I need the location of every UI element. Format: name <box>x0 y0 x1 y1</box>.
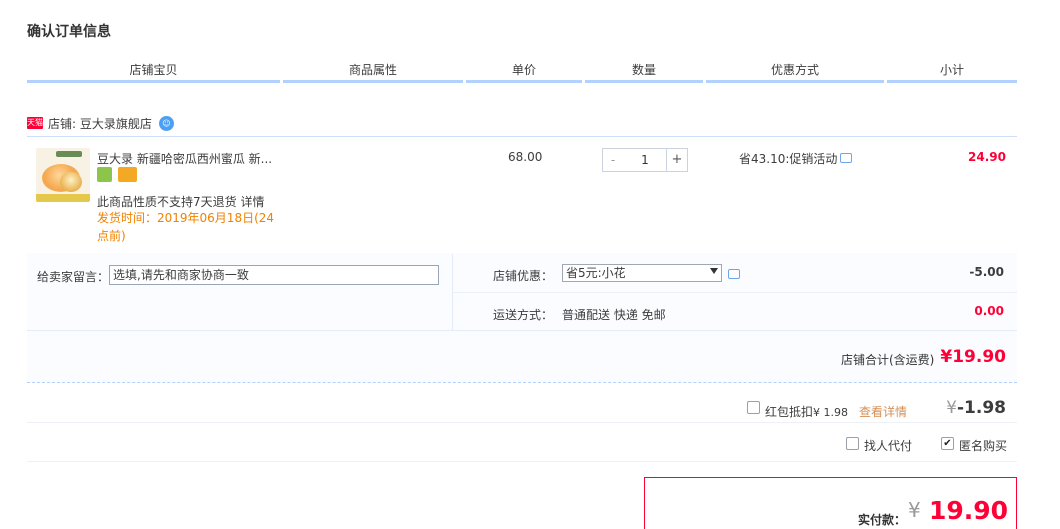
quantity-increment-button[interactable]: + <box>666 148 688 172</box>
redpack-label-text: 红包抵扣 <box>765 405 814 419</box>
service-guarantee-icon[interactable] <box>97 167 112 182</box>
redpack-available-amount: ¥ 1.98 <box>813 406 849 419</box>
shop-discount-label: 店铺优惠： <box>493 269 554 283</box>
friend-pay-checkbox[interactable] <box>846 437 859 450</box>
promotion-text: 省43.10:促销活动 <box>739 152 838 166</box>
anonymous-purchase-label: 匿名购买 <box>959 439 1008 453</box>
ww-chat-icon[interactable]: ☺ <box>158 115 174 131</box>
redpack-checkbox[interactable] <box>747 401 760 414</box>
header-divider <box>887 80 1017 83</box>
col-header-attributes: 商品属性 <box>348 63 397 77</box>
col-header-unit-price: 单价 <box>511 63 536 77</box>
shop-total-value: ¥19.90 <box>940 347 1006 367</box>
page-title: 确认订单信息 <box>27 24 111 40</box>
shop-discount-select[interactable]: 省5元:小花 <box>562 264 722 282</box>
shop-discount-selected: 省5元:小花 <box>566 266 626 280</box>
tmall-badge-icon: 天猫 <box>27 117 43 129</box>
chevron-down-icon <box>710 268 718 274</box>
row-divider <box>452 292 1017 293</box>
friend-pay-label: 找人代付 <box>864 439 913 453</box>
shipping-method-value: 普通配送 快递 免邮 <box>562 308 666 322</box>
promo-info-icon[interactable] <box>840 153 852 163</box>
header-divider <box>27 80 280 83</box>
item-title-link[interactable]: 豆大录 新疆哈密瓜西州蜜瓜 新... <box>97 150 272 167</box>
redpack-deduction: ¥-1.98 <box>938 398 1006 418</box>
unit-price: 68.00 <box>508 150 543 164</box>
payment-yen-symbol: ¥ <box>908 498 921 522</box>
dashed-divider <box>27 382 1017 383</box>
row-divider <box>27 330 1017 331</box>
item-subtotal: 24.90 <box>968 150 1006 164</box>
shipping-fee: 0.00 <box>974 304 1004 318</box>
product-thumbnail[interactable] <box>36 148 90 202</box>
quantity-decrement-button[interactable]: - <box>602 148 624 172</box>
row-divider <box>27 422 1017 423</box>
header-divider <box>585 80 703 83</box>
redpack-deduction-value: -1.98 <box>957 398 1006 418</box>
yen-symbol: ¥ <box>946 398 957 418</box>
return-policy-note: 此商品性质不支持7天退货 详情 <box>97 195 265 209</box>
anonymous-purchase-checkbox[interactable]: ✔ <box>941 437 954 450</box>
credit-card-icon[interactable] <box>118 167 137 182</box>
shop-total-label: 店铺合计(含运费) <box>841 353 935 367</box>
row-divider <box>27 461 1017 462</box>
redpack-label: 红包抵扣¥ 1.98 <box>765 403 848 420</box>
col-header-quantity: 数量 <box>631 63 656 77</box>
ship-time: 发货时间：2019年06月18日(24点前) <box>97 211 275 243</box>
shipping-method-label: 运送方式： <box>493 308 554 322</box>
quantity-input[interactable]: 1 <box>623 148 667 172</box>
col-header-promotion: 优惠方式 <box>770 63 819 77</box>
col-header-subtotal: 小计 <box>939 63 964 77</box>
header-divider <box>706 80 884 83</box>
discount-info-icon[interactable] <box>728 269 740 279</box>
header-divider <box>283 80 463 83</box>
col-header-shop-item: 店铺宝贝 <box>129 63 178 77</box>
seller-message-input[interactable]: 选填,请先和商家协商一致 <box>109 265 439 285</box>
header-divider <box>466 80 582 83</box>
payment-total: 19.90 <box>929 496 1009 525</box>
shop-row: 天猫 店铺: 豆大录旗舰店 ☺ <box>27 114 174 132</box>
shop-discount-amount: -5.00 <box>969 265 1004 279</box>
seller-message-label: 给卖家留言： <box>37 270 110 284</box>
redpack-details-link[interactable]: 查看详情 <box>859 403 907 420</box>
shop-name-link[interactable]: 店铺: 豆大录旗舰店 <box>48 115 152 132</box>
payment-label: 实付款： <box>858 513 907 527</box>
